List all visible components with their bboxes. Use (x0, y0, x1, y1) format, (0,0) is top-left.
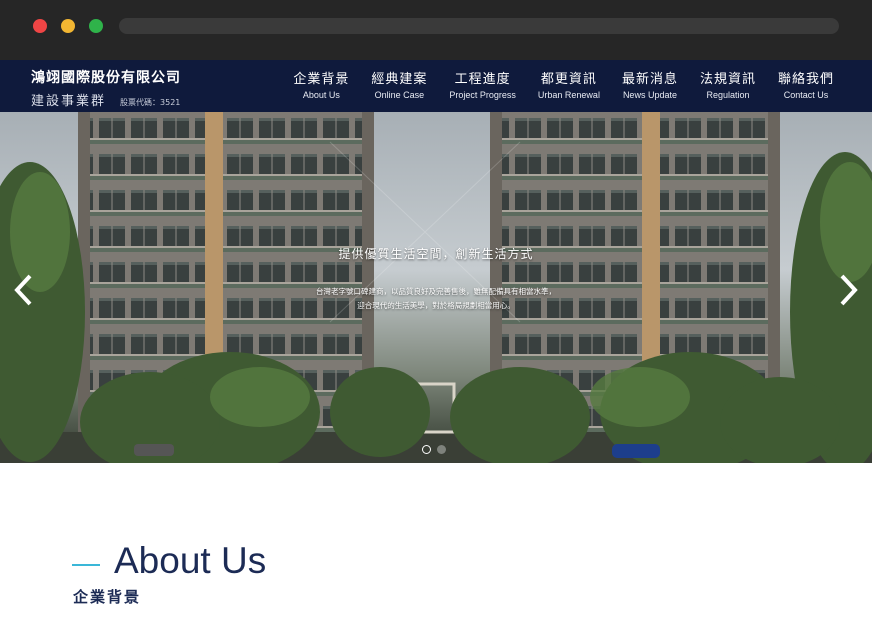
nav-item-contact-us[interactable]: 聯絡我們 Contact Us (778, 68, 834, 100)
chevron-right-icon[interactable] (836, 272, 860, 308)
address-bar[interactable] (119, 18, 839, 34)
maximize-window-button[interactable] (89, 19, 103, 33)
site-header: 鴻翊國際股份有限公司 建設事業群 股票代碼：3521 企業背景 About Us… (0, 60, 872, 112)
nav-item-urban-renewal[interactable]: 都更資訊 Urban Renewal (538, 68, 600, 100)
nav-label-zh: 企業背景 (293, 72, 350, 87)
nav-label-en: Project Progress (449, 90, 516, 100)
company-name: 鴻翊國際股份有限公司 (31, 70, 181, 86)
nav-label-en: Regulation (706, 90, 750, 100)
nav-label-en: Urban Renewal (537, 90, 600, 100)
nav-label-zh: 工程進度 (454, 72, 511, 87)
accent-divider (72, 564, 100, 566)
slide-dot-2[interactable] (437, 445, 446, 454)
main-nav: 企業背景 About Us 經典建案 Online Case 工程進度 Proj… (293, 68, 834, 100)
nav-label-en: Online Case (374, 90, 425, 100)
nav-item-about-us[interactable]: 企業背景 About Us (293, 68, 349, 100)
browser-chrome (0, 0, 872, 60)
nav-label-en: Contact Us (783, 90, 829, 100)
nav-item-news-update[interactable]: 最新消息 News Update (622, 68, 678, 100)
nav-label-zh: 法規資訊 (699, 72, 756, 87)
slider-pagination (422, 445, 452, 454)
nav-label-zh: 最新消息 (621, 72, 678, 87)
nav-item-project-progress[interactable]: 工程進度 Project Progress (449, 68, 516, 100)
nav-label-zh: 聯絡我們 (777, 72, 834, 87)
division-name: 建設事業群 (31, 94, 107, 109)
nav-item-regulation[interactable]: 法規資訊 Regulation (700, 68, 756, 100)
hero-slider: 提供優質生活空間，創新生活方式 台灣老字號口碑建商，以品質良好及完善售後，雖無配… (0, 112, 872, 463)
close-window-button[interactable] (33, 19, 47, 33)
section-title: About Us (114, 540, 267, 581)
nav-label-zh: 都更資訊 (540, 72, 597, 87)
nav-label-zh: 經典建案 (371, 72, 428, 87)
nav-item-online-case[interactable]: 經典建案 Online Case (371, 68, 427, 100)
nav-label-en: About Us (302, 90, 340, 100)
slide-dot-1[interactable] (422, 445, 431, 454)
chevron-left-icon[interactable] (12, 272, 36, 308)
brand-logo[interactable]: 鴻翊國際股份有限公司 建設事業群 股票代碼：3521 (31, 67, 181, 109)
hero-background-image (0, 112, 872, 463)
nav-label-en: News Update (622, 90, 677, 100)
stock-code: 股票代碼：3521 (120, 98, 181, 107)
section-subtitle: 企業背景 (73, 588, 142, 606)
minimize-window-button[interactable] (61, 19, 75, 33)
